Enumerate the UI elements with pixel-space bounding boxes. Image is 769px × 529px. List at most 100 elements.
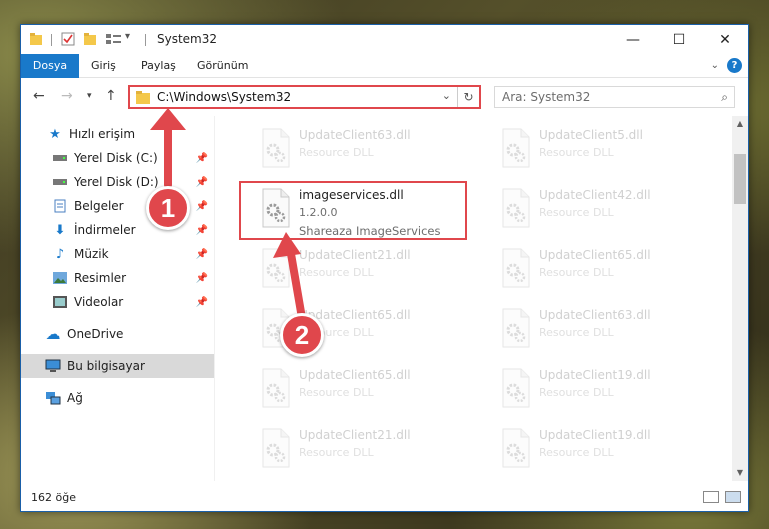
file-description: Resource DLL bbox=[539, 446, 614, 459]
file-description: Resource DLL bbox=[299, 386, 374, 399]
highlight-box bbox=[239, 181, 467, 240]
tab-share[interactable]: Paylaş bbox=[129, 54, 188, 78]
new-folder-icon[interactable] bbox=[83, 32, 97, 46]
scroll-down-icon[interactable]: ▼ bbox=[732, 465, 748, 481]
dll-file-icon bbox=[499, 368, 533, 408]
nav-label: Resimler bbox=[74, 271, 127, 285]
scroll-up-icon[interactable]: ▲ bbox=[732, 116, 748, 132]
dll-file-icon bbox=[499, 188, 533, 228]
pin-icon[interactable]: 📌 bbox=[196, 249, 208, 260]
nav-item-pictures[interactable]: Resimler 📌 bbox=[21, 266, 214, 290]
search-icon: ⌕ bbox=[721, 90, 728, 104]
nav-item-music[interactable]: ♪ Müzik 📌 bbox=[21, 242, 214, 266]
file-name: UpdateClient19.dll bbox=[539, 368, 651, 382]
documents-icon bbox=[52, 198, 68, 214]
view-options-icon[interactable] bbox=[105, 32, 123, 46]
tiles-view-icon[interactable] bbox=[725, 491, 741, 503]
search-input[interactable]: Ara: System32 bbox=[502, 90, 590, 104]
nav-network[interactable]: Ağ bbox=[21, 386, 214, 410]
nav-quick-access[interactable]: ★ Hızlı erişim bbox=[21, 122, 214, 146]
recent-locations-icon[interactable]: ▾ bbox=[87, 91, 92, 101]
nav-item-videos[interactable]: Videolar 📌 bbox=[21, 290, 214, 314]
file-tile[interactable]: UpdateClient21.dll Resource DLL bbox=[249, 420, 474, 476]
dll-file-icon bbox=[499, 308, 533, 348]
pane-splitter[interactable] bbox=[214, 116, 215, 481]
file-tile[interactable]: UpdateClient65.dll Resource DLL bbox=[489, 240, 714, 296]
file-name: UpdateClient5.dll bbox=[539, 128, 643, 142]
address-bar[interactable]: C:\Windows\System32 ⌄ ↻ bbox=[128, 85, 481, 109]
minimize-button[interactable]: — bbox=[610, 25, 656, 54]
pin-icon[interactable]: 📌 bbox=[196, 177, 208, 188]
item-count: 162 öğe bbox=[31, 491, 76, 504]
tab-view[interactable]: Görünüm bbox=[185, 54, 260, 78]
file-tile[interactable]: UpdateClient19.dll Resource DLL bbox=[489, 360, 714, 416]
dll-file-icon bbox=[259, 428, 293, 468]
nav-label: Hızlı erişim bbox=[69, 127, 136, 141]
file-name: UpdateClient42.dll bbox=[539, 188, 651, 202]
file-tile[interactable]: UpdateClient63.dll Resource DLL bbox=[489, 300, 714, 356]
expand-ribbon-icon[interactable]: ⌄ bbox=[711, 60, 719, 71]
videos-icon bbox=[52, 294, 68, 310]
maximize-button[interactable]: ☐ bbox=[656, 25, 702, 54]
quick-access-toolbar-dropdown[interactable]: ▾ bbox=[125, 31, 130, 42]
back-arrow-icon[interactable]: ← bbox=[33, 88, 45, 104]
dll-file-icon bbox=[259, 128, 293, 168]
up-arrow-icon[interactable]: ↑ bbox=[105, 88, 117, 104]
nav-label: Videolar bbox=[74, 295, 124, 309]
file-name: UpdateClient19.dll bbox=[539, 428, 651, 442]
properties-icon[interactable] bbox=[61, 32, 75, 46]
details-view-icon[interactable] bbox=[703, 491, 719, 503]
nav-label: Yerel Disk (D:) bbox=[74, 175, 159, 189]
separator bbox=[51, 34, 52, 46]
file-explorer-window: ▾ System32 — ☐ ✕ Dosya Giriş Paylaş Görü… bbox=[20, 24, 749, 512]
chevron-down-icon[interactable]: ⌄ bbox=[442, 89, 451, 102]
file-description: Resource DLL bbox=[539, 146, 614, 159]
nav-item-drive-d[interactable]: Yerel Disk (D:) 📌 bbox=[21, 170, 214, 194]
file-name: UpdateClient21.dll bbox=[299, 428, 411, 442]
tab-file[interactable]: Dosya bbox=[21, 54, 79, 78]
file-tile[interactable]: UpdateClient21.dll Resource DLL bbox=[249, 240, 474, 296]
nav-onedrive[interactable]: ☁ OneDrive bbox=[21, 322, 214, 346]
file-tile[interactable]: UpdateClient63.dll Resource DLL bbox=[249, 120, 474, 176]
scroll-thumb[interactable] bbox=[734, 154, 746, 204]
title-bar: ▾ System32 — ☐ ✕ bbox=[21, 25, 748, 54]
address-path[interactable]: C:\Windows\System32 bbox=[157, 90, 291, 104]
pictures-icon bbox=[52, 270, 68, 286]
dll-file-icon bbox=[259, 248, 293, 288]
search-box[interactable]: Ara: System32 ⌕ bbox=[494, 86, 735, 108]
file-tile[interactable]: UpdateClient65.dll Resource DLL bbox=[249, 360, 474, 416]
address-row: ← → ▾ ↑ C:\Windows\System32 ⌄ ↻ Ara: Sys… bbox=[21, 78, 748, 116]
file-tile[interactable]: UpdateClient5.dll Resource DLL bbox=[489, 120, 714, 176]
ribbon-tabs: Dosya Giriş Paylaş Görünüm ⌄ ? bbox=[21, 54, 748, 78]
pin-icon[interactable]: 📌 bbox=[196, 201, 208, 212]
folder-icon bbox=[136, 91, 150, 104]
folder-icon bbox=[30, 33, 42, 45]
file-tile[interactable]: UpdateClient19.dll Resource DLL bbox=[489, 420, 714, 476]
window-title: System32 bbox=[157, 32, 218, 46]
close-button[interactable]: ✕ bbox=[702, 25, 748, 54]
nav-item-drive-c[interactable]: Yerel Disk (C:) 📌 bbox=[21, 146, 214, 170]
vertical-scrollbar[interactable]: ▲ ▼ bbox=[732, 116, 748, 481]
pin-icon[interactable]: 📌 bbox=[196, 225, 208, 236]
cloud-icon: ☁ bbox=[45, 325, 61, 343]
pin-icon[interactable]: 📌 bbox=[196, 297, 208, 308]
file-tile[interactable]: UpdateClient42.dll Resource DLL bbox=[489, 180, 714, 236]
refresh-icon[interactable]: ↻ bbox=[457, 87, 479, 107]
tab-home[interactable]: Giriş bbox=[79, 54, 128, 78]
help-icon[interactable]: ? bbox=[727, 58, 742, 73]
music-icon: ♪ bbox=[55, 246, 65, 262]
nav-this-pc[interactable]: Bu bilgisayar bbox=[21, 354, 214, 378]
pin-icon[interactable]: 📌 bbox=[196, 153, 208, 164]
file-name: UpdateClient65.dll bbox=[299, 368, 411, 382]
file-description: Resource DLL bbox=[299, 266, 374, 279]
file-name: UpdateClient65.dll bbox=[539, 248, 651, 262]
nav-label: Bu bilgisayar bbox=[67, 359, 145, 373]
drive-icon bbox=[52, 174, 68, 190]
nav-label: OneDrive bbox=[67, 327, 124, 341]
nav-label: Yerel Disk (C:) bbox=[74, 151, 158, 165]
forward-arrow-icon[interactable]: → bbox=[61, 88, 73, 104]
star-icon: ★ bbox=[49, 126, 61, 142]
pin-icon[interactable]: 📌 bbox=[196, 273, 208, 284]
step-badge-2: 2 bbox=[280, 313, 324, 357]
drive-icon bbox=[52, 150, 68, 166]
